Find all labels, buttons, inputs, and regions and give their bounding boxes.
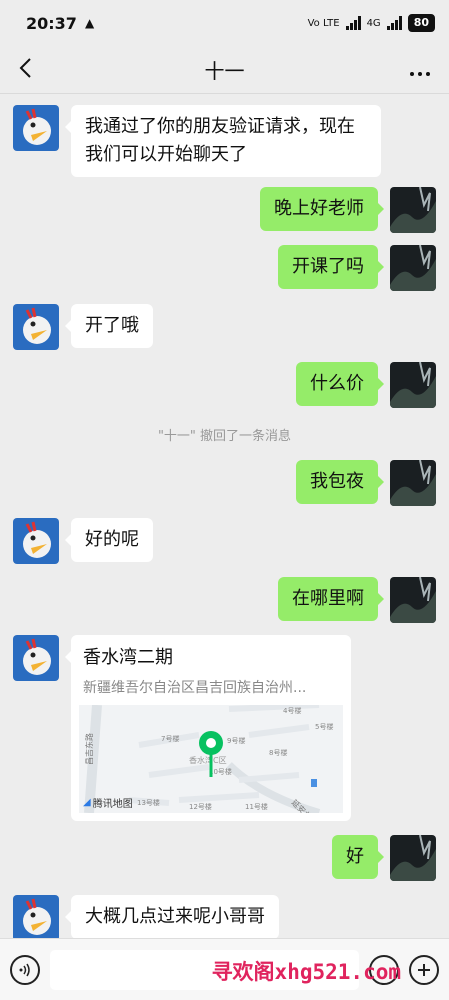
message-row: 大概几点过来呢小哥哥 [13, 895, 279, 938]
location-title: 香水湾二期 [83, 647, 173, 668]
message-row: 好的呢 [13, 518, 153, 564]
volte-label: Vo LTE [307, 17, 340, 29]
status-indicators: Vo LTE 4G 80 [308, 14, 435, 32]
message-row: 开了哦 [13, 304, 153, 350]
message-row: 在哪里啊 [278, 577, 436, 623]
map-building-label: 12号楼 [189, 802, 212, 811]
message-bubble[interactable]: 好 [332, 835, 384, 879]
contact-avatar[interactable] [13, 895, 59, 938]
chat-header: 十一 [0, 46, 449, 94]
network-type-label: 4G [366, 17, 381, 29]
message-row: 好 [332, 835, 436, 881]
status-bar: 20:37 ▲ Vo LTE 4G 80 [0, 0, 449, 46]
recall-notice: "十一" 撤回了一条消息 [157, 429, 292, 444]
message-row: 香水湾二期 新疆维吾尔自治区昌吉回族自治州... 昌吉东路 延安北路 4号楼 5… [13, 635, 351, 821]
map-road-label: 昌吉东路 [84, 733, 94, 765]
chevron-left-icon[interactable] [18, 56, 48, 84]
signal-icon [345, 16, 361, 30]
map-building-label: 4号楼 [283, 706, 301, 715]
my-avatar[interactable] [390, 577, 436, 623]
my-avatar[interactable] [390, 835, 436, 881]
notification-icon: ▲ [84, 16, 95, 30]
contact-avatar[interactable] [13, 304, 59, 350]
contact-avatar[interactable] [13, 105, 59, 151]
message-bubble[interactable]: 开课了吗 [278, 245, 384, 289]
map-building-label: 9号楼 [227, 736, 245, 745]
map-building-label: 13号楼 [137, 798, 160, 807]
my-avatar[interactable] [390, 362, 436, 408]
message-bubble[interactable]: 开了哦 [65, 304, 153, 348]
contact-avatar[interactable] [13, 518, 59, 564]
message-row: 晚上好老师 [260, 187, 436, 233]
message-row: 开课了吗 [278, 245, 436, 291]
map-brand-label: 腾讯地图 [92, 799, 133, 810]
my-avatar[interactable] [390, 460, 436, 506]
my-avatar[interactable] [390, 187, 436, 233]
location-address: 新疆维吾尔自治区昌吉回族自治州... [83, 680, 307, 696]
voice-icon[interactable] [10, 954, 40, 985]
map-building-label: 11号楼 [245, 802, 268, 811]
more-dots-icon[interactable] [401, 58, 431, 82]
message-bubble[interactable]: 我包夜 [296, 460, 384, 504]
message-row: 什么价 [296, 362, 436, 408]
message-bubble[interactable]: 大概几点过来呢小哥哥 [65, 895, 279, 938]
chat-area[interactable]: 我通过了你的朋友验证请求，现在我们可以开始聊天了 晚上好老师 开课了吗 开了哦 … [0, 95, 449, 938]
status-time: 20:37 [26, 13, 77, 33]
map-brand-icon: ◢ [83, 797, 91, 808]
plus-icon[interactable] [409, 954, 439, 985]
my-avatar[interactable] [390, 245, 436, 291]
map-building-label: 8号楼 [269, 748, 287, 757]
message-bubble[interactable]: 晚上好老师 [260, 187, 384, 231]
signal-icon-2 [386, 16, 402, 30]
message-row: 我通过了你的朋友验证请求，现在我们可以开始聊天了 [13, 105, 381, 177]
message-bubble[interactable]: 在哪里啊 [278, 577, 384, 621]
map-building-label: 7号楼 [161, 734, 179, 743]
watermark-text: 寻欢阁xhg521.com [211, 960, 401, 984]
chat-title: 十一 [204, 59, 245, 83]
map-building-label: 5号楼 [315, 722, 333, 731]
message-bubble[interactable]: 好的呢 [65, 518, 153, 562]
battery-icon: 80 [407, 14, 435, 32]
map-brand: ◢ 腾讯地图 [83, 795, 133, 810]
message-row: 我包夜 [296, 460, 436, 506]
message-bubble[interactable]: 我通过了你的朋友验证请求，现在我们可以开始聊天了 [65, 105, 381, 177]
location-card[interactable]: 香水湾二期 新疆维吾尔自治区昌吉回族自治州... 昌吉东路 延安北路 4号楼 5… [65, 635, 351, 821]
contact-avatar[interactable] [13, 635, 59, 681]
map-district-label: 香水湾C区 [189, 755, 227, 765]
location-map[interactable]: 昌吉东路 延安北路 4号楼 5号楼 7号楼 9号楼 8号楼 10号楼 13号楼 … [79, 705, 343, 813]
message-bubble[interactable]: 什么价 [296, 362, 384, 406]
